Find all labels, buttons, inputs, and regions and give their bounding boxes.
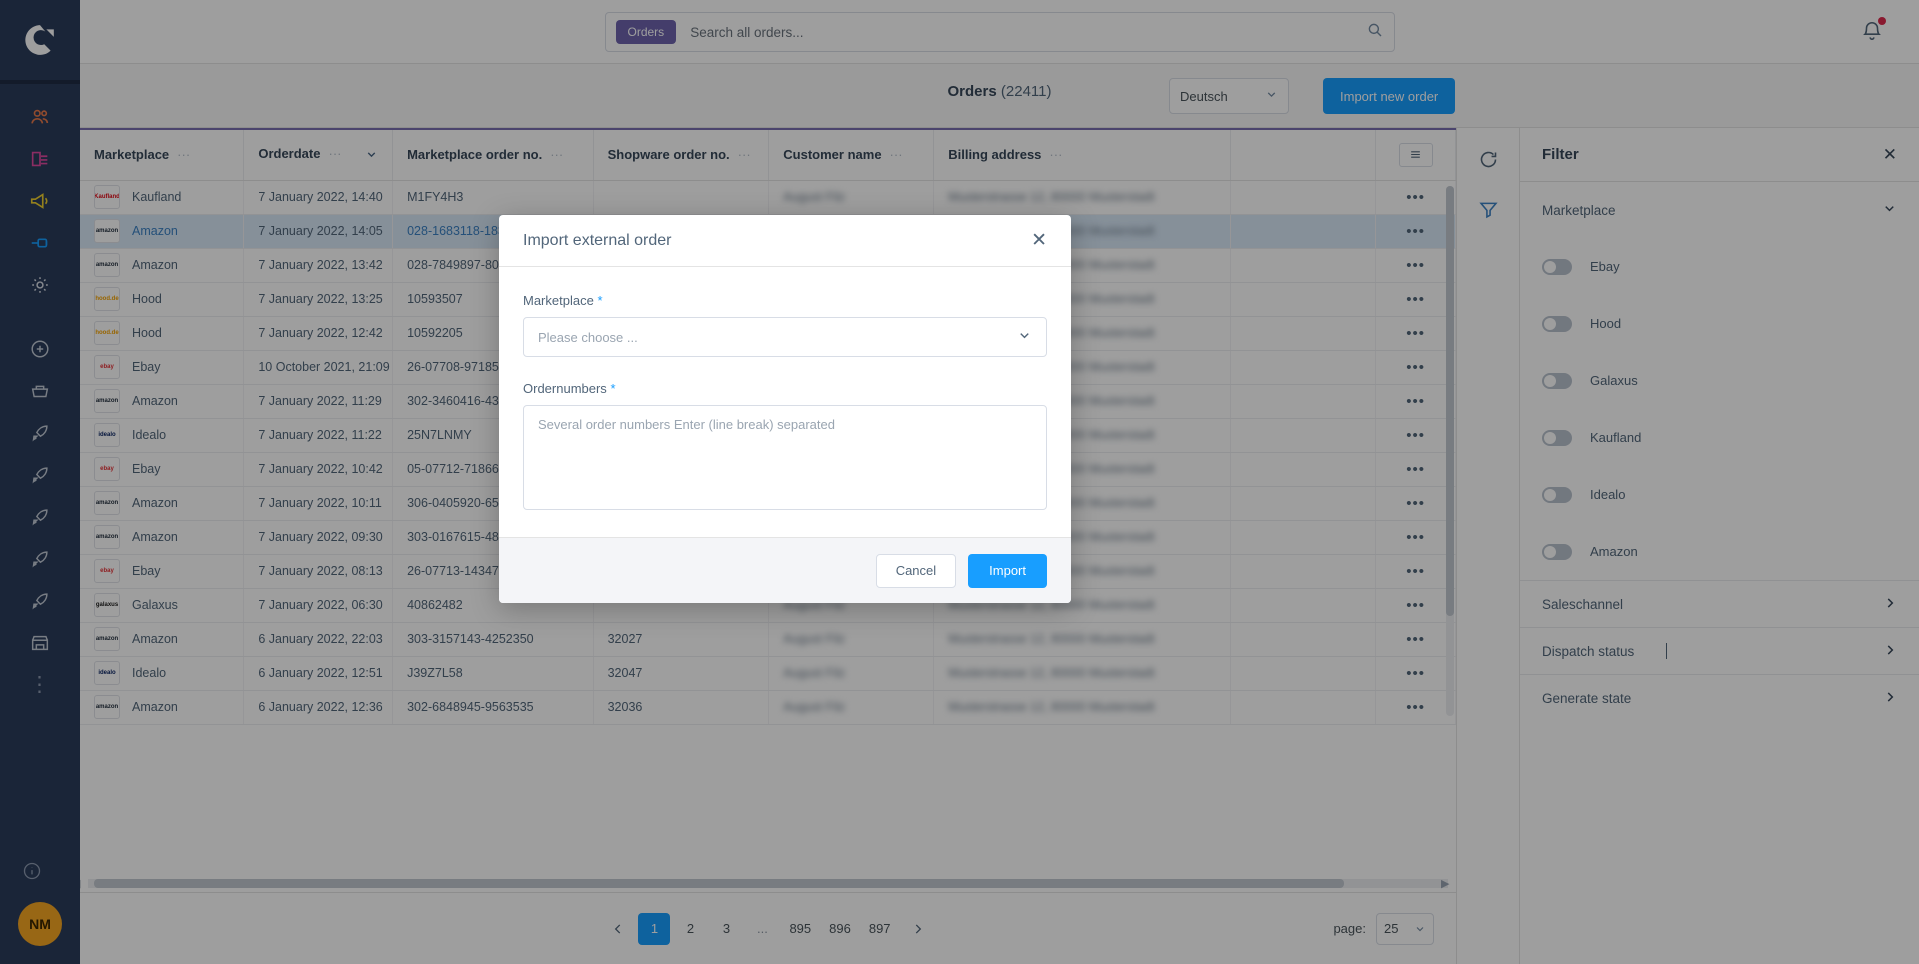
cancel-button[interactable]: Cancel — [875, 553, 957, 588]
label-text: Ordernumbers — [523, 381, 607, 396]
required-marker: * — [610, 381, 616, 396]
marketplace-select-value: Please choose ... — [538, 329, 638, 345]
modal-header: Import external order ✕ — [499, 215, 1071, 267]
import-external-order-modal: Import external order ✕ Marketplace * Pl… — [499, 215, 1071, 603]
chevron-down-icon — [1017, 328, 1032, 346]
required-marker: * — [597, 293, 603, 308]
import-button[interactable]: Import — [968, 553, 1047, 588]
app-root: ⋮ NM Orders Search all orders... Orders … — [0, 0, 1919, 964]
ordernumbers-field-label: Ordernumbers * — [523, 381, 1047, 396]
label-text: Marketplace — [523, 293, 594, 308]
modal-body: Marketplace * Please choose ... Ordernum… — [499, 267, 1071, 537]
ordernumbers-textarea[interactable] — [523, 405, 1047, 510]
marketplace-select[interactable]: Please choose ... — [523, 317, 1047, 357]
modal-footer: Cancel Import — [499, 537, 1071, 603]
close-icon[interactable]: ✕ — [1031, 231, 1047, 250]
modal-title: Import external order — [523, 231, 672, 249]
marketplace-field-label: Marketplace * — [523, 293, 1047, 308]
